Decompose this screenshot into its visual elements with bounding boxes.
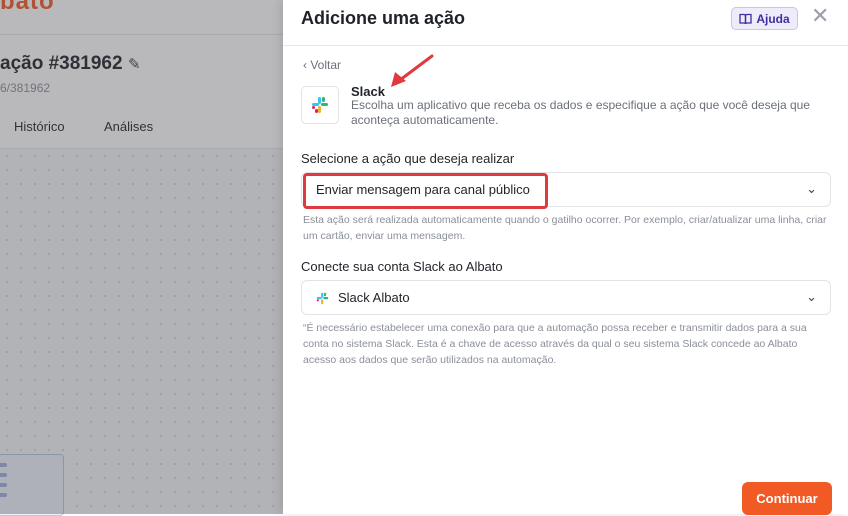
account-select[interactable]: Slack Albato ⌄ (301, 280, 831, 315)
action-label: Selecione a ação que deseja realizar (301, 151, 515, 166)
help-button[interactable]: Ajuda (731, 7, 798, 30)
drawer-title: Adicione uma ação (301, 8, 466, 28)
app-description: Escolha um aplicativo que receba os dado… (351, 98, 810, 127)
chevron-down-icon: ⌄ (806, 289, 817, 304)
action-hint: Esta ação será realizada automaticamente… (303, 214, 827, 242)
back-link[interactable]: ‹ Voltar (303, 58, 341, 72)
account-label: Conecte sua conta Slack ao Albato (301, 259, 503, 274)
close-icon[interactable]: ✕ (811, 5, 829, 27)
drawer-header: Adicione uma ação Ajuda ✕ (283, 0, 848, 46)
app-name: Slack (351, 84, 385, 99)
chevron-down-icon: ⌄ (806, 181, 817, 196)
chevron-left-icon: ‹ (303, 58, 307, 72)
slack-icon (316, 292, 329, 305)
add-action-drawer: Adicione uma ação Ajuda ✕ ‹ Voltar Slack… (283, 0, 848, 515)
annotation-arrow (391, 54, 434, 87)
help-label: Ajuda (756, 11, 790, 26)
back-label: Voltar (310, 58, 342, 72)
annotation-highlight-box (303, 173, 548, 209)
slack-icon (312, 97, 328, 113)
action-select[interactable]: Enviar mensagem para canal público ⌄ (301, 172, 831, 209)
book-icon (739, 13, 752, 24)
account-select-value: Slack Albato (338, 290, 410, 305)
app-icon-box (301, 86, 339, 124)
account-hint: “É necessário estabelecer uma conexão pa… (303, 322, 807, 366)
continue-button[interactable]: Continuar (742, 482, 832, 515)
